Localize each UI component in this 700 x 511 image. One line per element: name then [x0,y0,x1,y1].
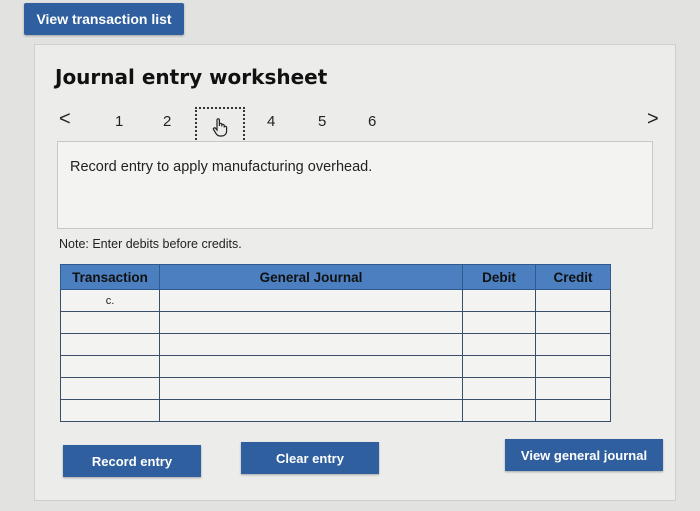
debit-input[interactable] [462,333,536,356]
account-select[interactable] [159,333,463,356]
journal-entry-panel: Journal entry worksheet < 1 2 4 5 6 > Re… [34,44,676,501]
clear-entry-button[interactable]: Clear entry [241,442,379,474]
table-row [60,355,611,378]
note-text: Note: Enter debits before credits. [59,237,242,251]
general-journal-header: General Journal [159,264,463,290]
journal-table: Transaction General Journal Debit Credit… [60,264,611,422]
page-2-link[interactable]: 2 [163,113,171,130]
next-chevron-icon[interactable]: > [647,108,659,131]
page-title: Journal entry worksheet [55,65,328,89]
credit-input[interactable] [535,311,611,334]
account-select[interactable] [159,355,463,378]
table-row: c. [60,289,611,312]
credit-input[interactable] [535,399,611,422]
table-row [60,399,611,422]
transaction-cell [60,311,160,334]
hand-pointer-icon [212,118,228,137]
table-row [60,311,611,334]
account-select[interactable] [159,399,463,422]
table-row [60,377,611,400]
debit-input[interactable] [462,399,536,422]
credit-input[interactable] [535,355,611,378]
page-4-link[interactable]: 4 [267,113,275,130]
credit-input[interactable] [535,377,611,400]
instruction-text: Record entry to apply manufacturing over… [70,159,373,175]
credit-input[interactable] [535,289,611,312]
record-entry-button[interactable]: Record entry [63,445,201,477]
credit-input[interactable] [535,333,611,356]
page-1-link[interactable]: 1 [115,113,123,130]
table-row [60,333,611,356]
entry-pager: < 1 2 4 5 6 > [35,105,675,147]
debit-input[interactable] [462,311,536,334]
account-select[interactable] [159,311,463,334]
debit-header: Debit [462,264,536,290]
instruction-box: Record entry to apply manufacturing over… [57,141,653,229]
transaction-cell [60,377,160,400]
transaction-header: Transaction [60,264,160,290]
page-6-link[interactable]: 6 [368,113,376,130]
transaction-cell [60,333,160,356]
credit-header: Credit [535,264,611,290]
transaction-cell [60,399,160,422]
account-select[interactable] [159,377,463,400]
debit-input[interactable] [462,377,536,400]
prev-chevron-icon[interactable]: < [59,108,71,131]
transaction-cell [60,355,160,378]
transaction-cell: c. [60,289,160,312]
view-transaction-list-button[interactable]: View transaction list [24,3,184,35]
view-general-journal-button[interactable]: View general journal [505,439,663,471]
page-5-link[interactable]: 5 [318,113,326,130]
debit-input[interactable] [462,355,536,378]
debit-input[interactable] [462,289,536,312]
account-select[interactable] [159,289,463,312]
